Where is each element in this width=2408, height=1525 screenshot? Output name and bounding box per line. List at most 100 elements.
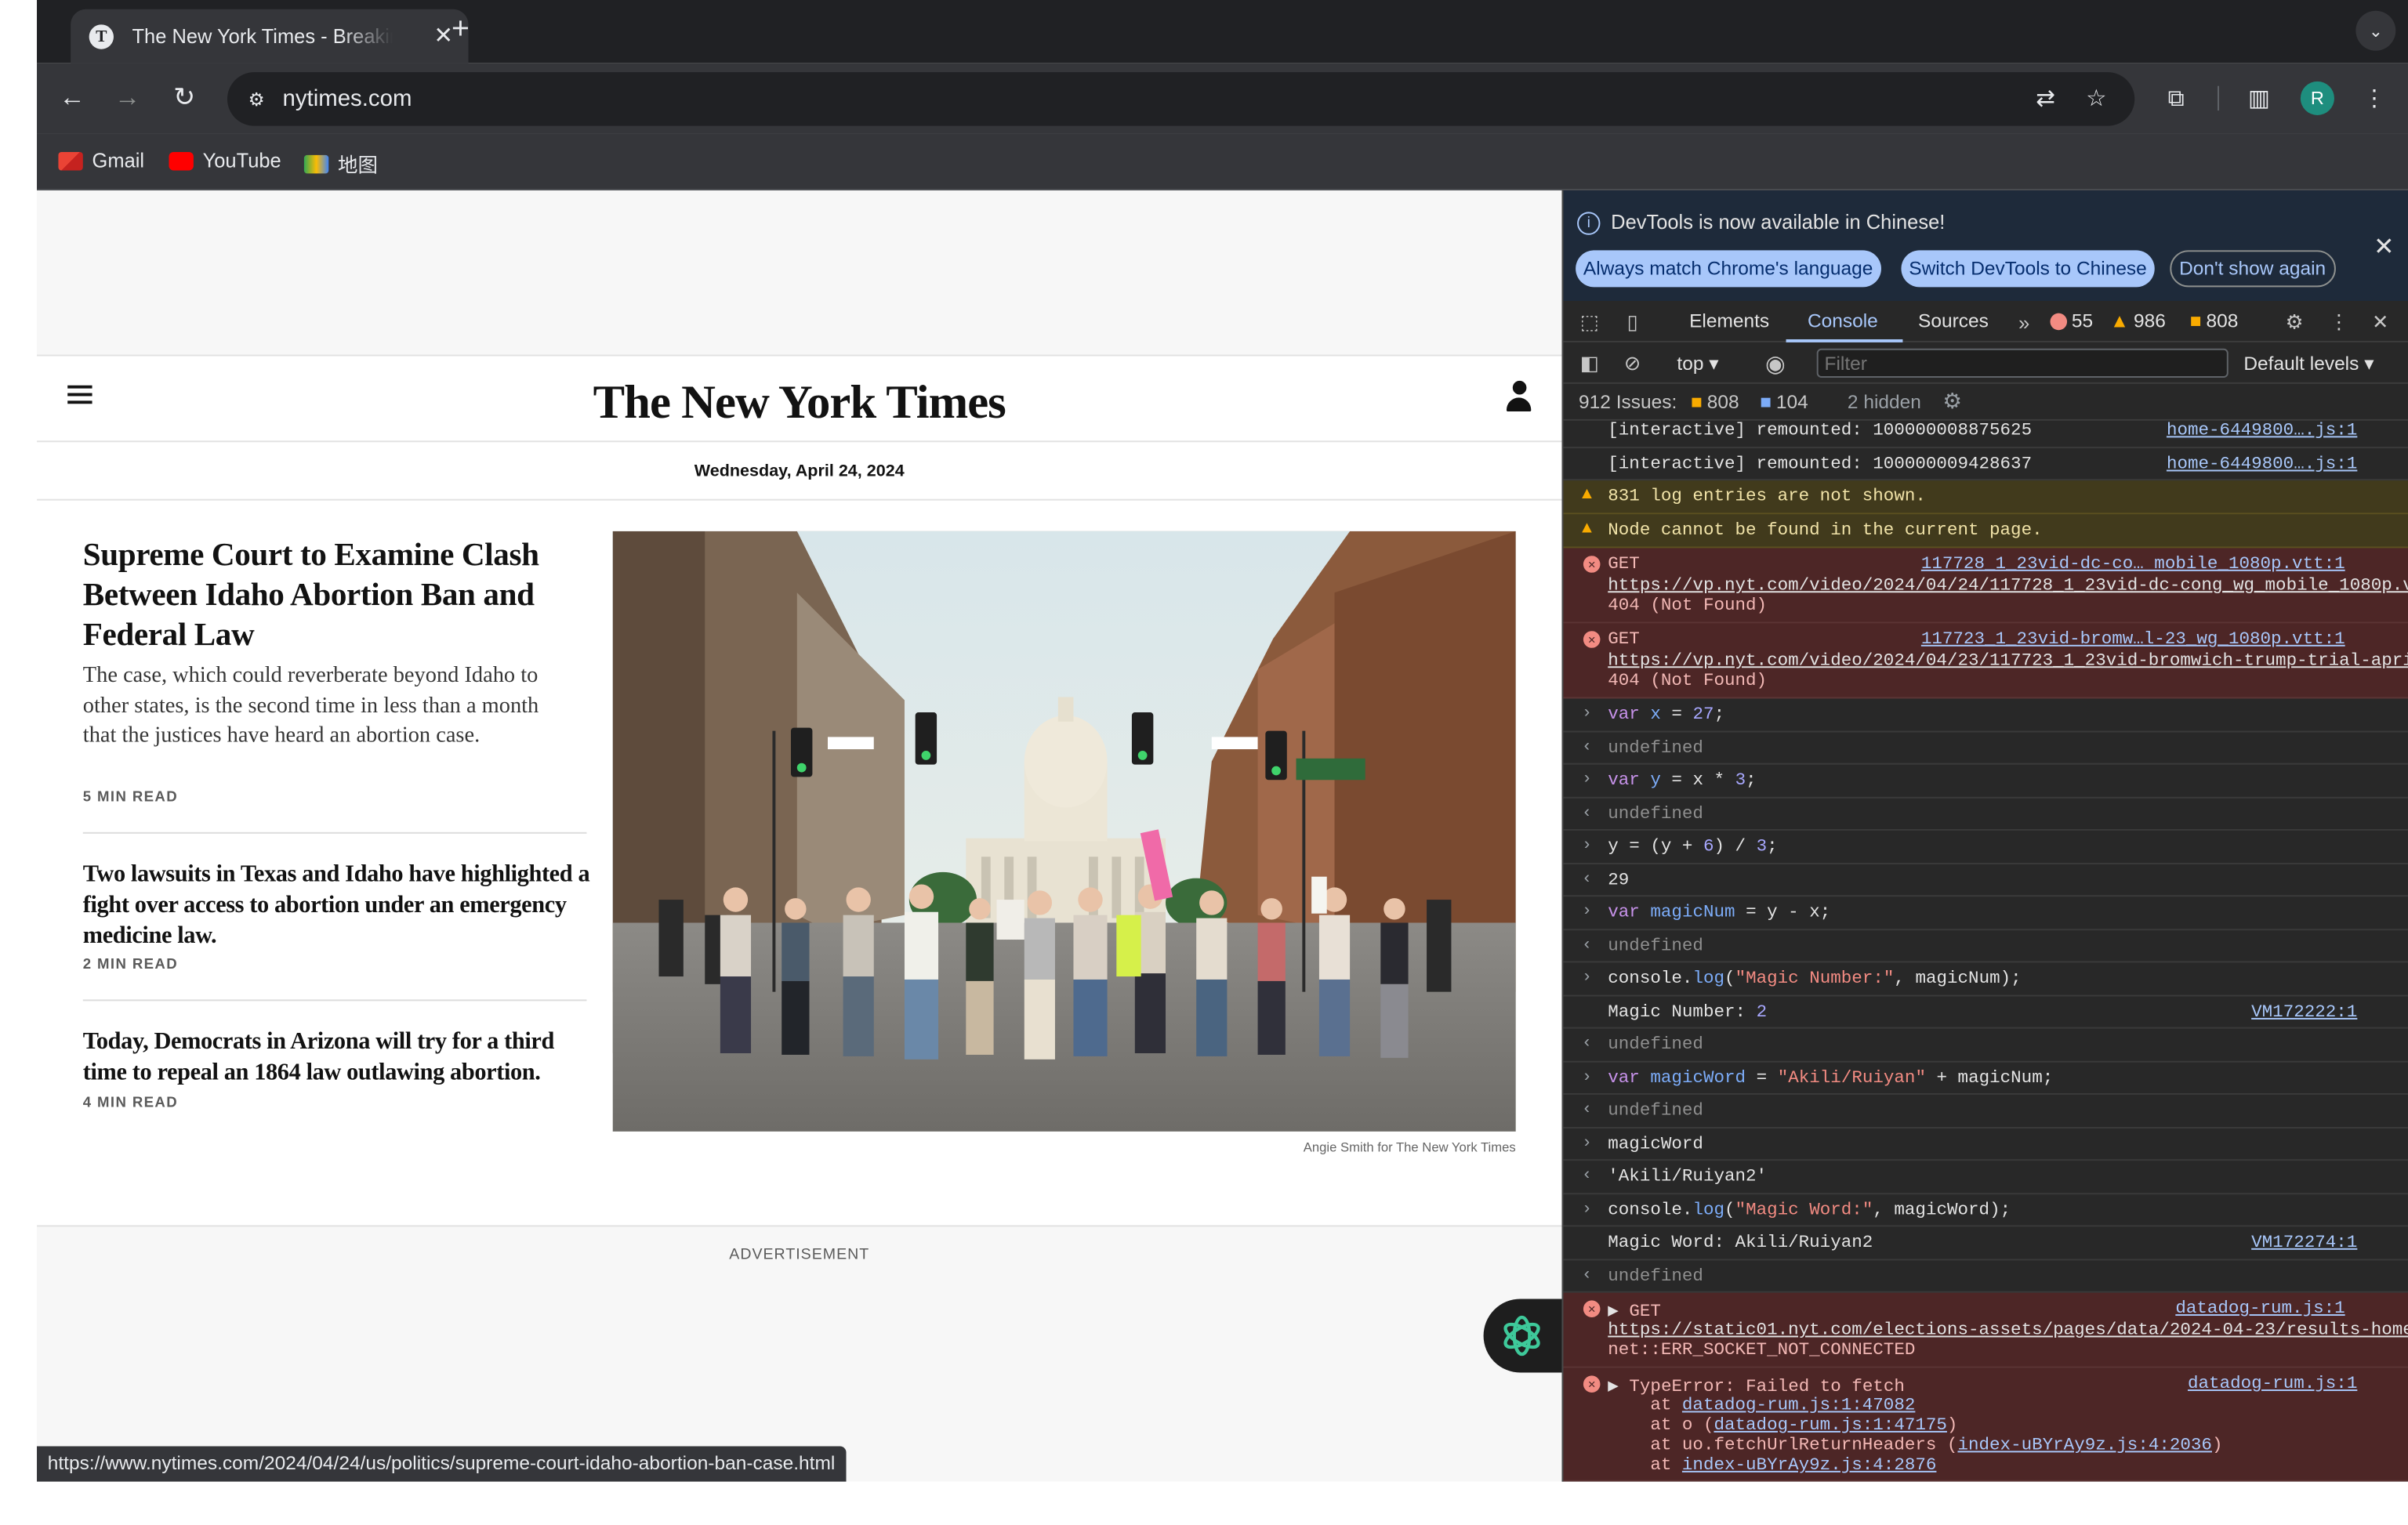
account-icon[interactable]: [1506, 380, 1532, 415]
tab-sources[interactable]: Sources: [1918, 310, 1989, 331]
toolbar-divider: [2218, 85, 2220, 111]
log-text: 404 (Not Found): [1608, 671, 1768, 691]
log-text: undefined: [1608, 738, 1703, 759]
lead-photo[interactable]: [612, 531, 1516, 1132]
close-infobar-icon[interactable]: ✕: [2374, 232, 2394, 263]
new-tab-icon[interactable]: +: [452, 13, 470, 48]
issues-info-count[interactable]: ■ 104: [1760, 392, 1808, 413]
bookmark-maps[interactable]: 地图: [303, 149, 378, 178]
story-read-time-2: 4 MIN READ: [82, 1094, 179, 1112]
browser-tab[interactable]: T The New York Times - Breaking News, US…: [71, 9, 469, 63]
bookmark-star-icon[interactable]: ☆: [2078, 80, 2115, 117]
log-source-link[interactable]: 117728_1_23vid-dc-co… mobile_1080p.vtt:1: [1921, 554, 2345, 574]
context-selector[interactable]: top ▾: [1677, 352, 1718, 375]
issues-hidden: 2 hidden: [1847, 391, 1921, 414]
tab-console[interactable]: Console: [1808, 310, 1878, 331]
log-text: undefined: [1608, 804, 1703, 825]
log-source-link[interactable]: 117723_1_23vid-bromw…l-23_wg_1080p.vtt:1: [1921, 629, 2345, 649]
result-row: ‹ undefined: [1563, 733, 2408, 765]
log-text: [interactive] remounted: 100000008875625: [1608, 420, 2033, 441]
input-row: › var y = x * 3;: [1563, 765, 2408, 799]
status-bar-url: https://www.nytimes.com/2024/04/24/us/po…: [37, 1446, 847, 1482]
error-count[interactable]: 55: [2050, 310, 2094, 332]
close-tab-icon[interactable]: ✕: [433, 21, 453, 49]
log-source-link[interactable]: datadog-rum.js:1: [2175, 1299, 2345, 1318]
bookmark-gmail[interactable]: Gmail: [58, 149, 144, 172]
input-row: › var magicWord = "Akili/Ruiyan" + magicN…: [1563, 1063, 2408, 1095]
issues-warn-count[interactable]: ■ 808: [1691, 392, 1739, 413]
lead-headline[interactable]: Supreme Court to Examine Clash Between I…: [83, 534, 567, 654]
error-icon: ✕: [1583, 556, 1601, 573]
result-row: ‹ undefined: [1563, 1029, 2408, 1063]
dont-show-again-button[interactable]: Don't show again: [2170, 250, 2335, 288]
side-panel-icon[interactable]: ▥: [2240, 80, 2277, 117]
tab-elements[interactable]: Elements: [1689, 310, 1769, 331]
log-source-link[interactable]: VM172274:1: [2251, 1233, 2357, 1252]
bookmark-label: 地图: [338, 153, 378, 177]
count-value: 808: [2206, 310, 2239, 332]
tab-strip: T The New York Times - Breaking News, US…: [37, 0, 2408, 63]
inspect-element-icon[interactable]: ⬚: [1574, 307, 1605, 338]
site-info-icon[interactable]: ⚙: [243, 86, 270, 114]
log-source-link[interactable]: home-6449800….js:1: [2167, 455, 2357, 474]
log-levels-dropdown[interactable]: Default levels ▾: [2243, 352, 2374, 375]
match-language-button[interactable]: Always match Chrome's language: [1576, 250, 1881, 288]
back-icon[interactable]: ←: [54, 80, 91, 117]
sidebar-toggle-icon[interactable]: ◧: [1574, 349, 1605, 379]
warning-icon: ▲: [2109, 310, 2130, 332]
settings-gear-icon[interactable]: ⚙: [2279, 307, 2309, 338]
issues-settings-icon[interactable]: ⚙: [1942, 389, 1962, 415]
profile-avatar[interactable]: R: [2300, 81, 2334, 115]
count-value: 55: [2071, 310, 2094, 332]
issues-bar: 912 Issues: ■ 808 ■ 104 2 hidden ⚙: [1563, 384, 2408, 421]
story-headline-1[interactable]: Two lawsuits in Texas and Idaho have hig…: [83, 860, 590, 952]
stack-link[interactable]: index-uBYrAy9z.js:4:2876: [1682, 1455, 1937, 1475]
url-input[interactable]: [282, 82, 1204, 114]
more-tabs-icon[interactable]: »: [2009, 307, 2040, 338]
nyt-favicon-icon: T: [89, 24, 114, 49]
console-filter-input[interactable]: [1816, 348, 2228, 378]
translate-icon[interactable]: ⇄: [2027, 80, 2064, 117]
ai-assistant-button[interactable]: [1483, 1299, 1562, 1373]
extensions-icon[interactable]: ⧉: [2158, 80, 2195, 117]
openai-icon: [1503, 1315, 1540, 1357]
log-text: 29: [1608, 870, 1630, 891]
chrome-menu-icon[interactable]: ⋮: [2355, 80, 2392, 117]
youtube-icon: [169, 150, 194, 170]
story-headline-2[interactable]: Today, Democrats in Arizona will try for…: [83, 1027, 590, 1089]
request-url-link[interactable]: https://vp.nyt.com/video/2024/04/23/1177…: [1608, 651, 2408, 671]
input-row: › y = (y + 6) / 3;: [1563, 831, 2408, 865]
request-url-link[interactable]: https://vp.nyt.com/video/2024/04/24/1177…: [1608, 576, 2408, 596]
customize-menu-icon[interactable]: ⋮: [2323, 307, 2354, 338]
warning-count[interactable]: ▲ 986: [2110, 310, 2166, 331]
bookmark-youtube[interactable]: YouTube: [169, 149, 281, 172]
reload-icon[interactable]: ↻: [166, 80, 203, 117]
lead-summary[interactable]: The case, which could reverberate beyond…: [83, 661, 571, 752]
log-text: Magic Number:: [1608, 1002, 1757, 1023]
log-source-link[interactable]: home-6449800….js:1: [2167, 421, 2357, 440]
nyt-logo[interactable]: The New York Times: [37, 375, 1561, 430]
device-toolbar-icon[interactable]: ▯: [1617, 307, 1648, 338]
request-url-link[interactable]: https://static01.nyt.com/elections-asset…: [1608, 1320, 2408, 1340]
log-source-link[interactable]: datadog-rum.js:1: [2188, 1374, 2357, 1393]
address-bar[interactable]: ⚙ ⇄ ☆: [227, 72, 2135, 126]
clear-console-icon[interactable]: ⊘: [1617, 349, 1648, 379]
log-text: magicWord: [1608, 1134, 1703, 1155]
forward-icon[interactable]: →: [109, 80, 146, 117]
log-value: 2: [1756, 1002, 1768, 1023]
stack-link[interactable]: index-uBYrAy9z.js:4:2036: [1957, 1436, 2212, 1455]
input-row: › magicWord: [1563, 1128, 2408, 1161]
close-devtools-icon[interactable]: ✕: [2365, 307, 2395, 338]
live-expression-eye-icon[interactable]: ◉: [1760, 349, 1790, 379]
issues-count[interactable]: ■ 808: [2190, 310, 2239, 331]
tab-search-icon[interactable]: ⌄: [2355, 10, 2396, 51]
log-text: GET: [1629, 1302, 1661, 1322]
stack-link[interactable]: datadog-rum.js:1:47175: [1714, 1415, 1946, 1435]
bookmarks-bar: Gmail YouTube 地图: [37, 133, 2408, 190]
story-read-time-1: 2 MIN READ: [82, 956, 179, 974]
stack-link[interactable]: datadog-rum.js:1:47082: [1682, 1396, 1915, 1415]
log-source-link[interactable]: VM172222:1: [2251, 1002, 2357, 1022]
switch-chinese-button[interactable]: Switch DevTools to Chinese: [1901, 250, 2155, 288]
error-row: ✕ ▶ GET datadog-rum.js:1 https://static0…: [1563, 1292, 2408, 1368]
devtools-panel: i DevTools is now available in Chinese! …: [1561, 190, 2408, 1482]
